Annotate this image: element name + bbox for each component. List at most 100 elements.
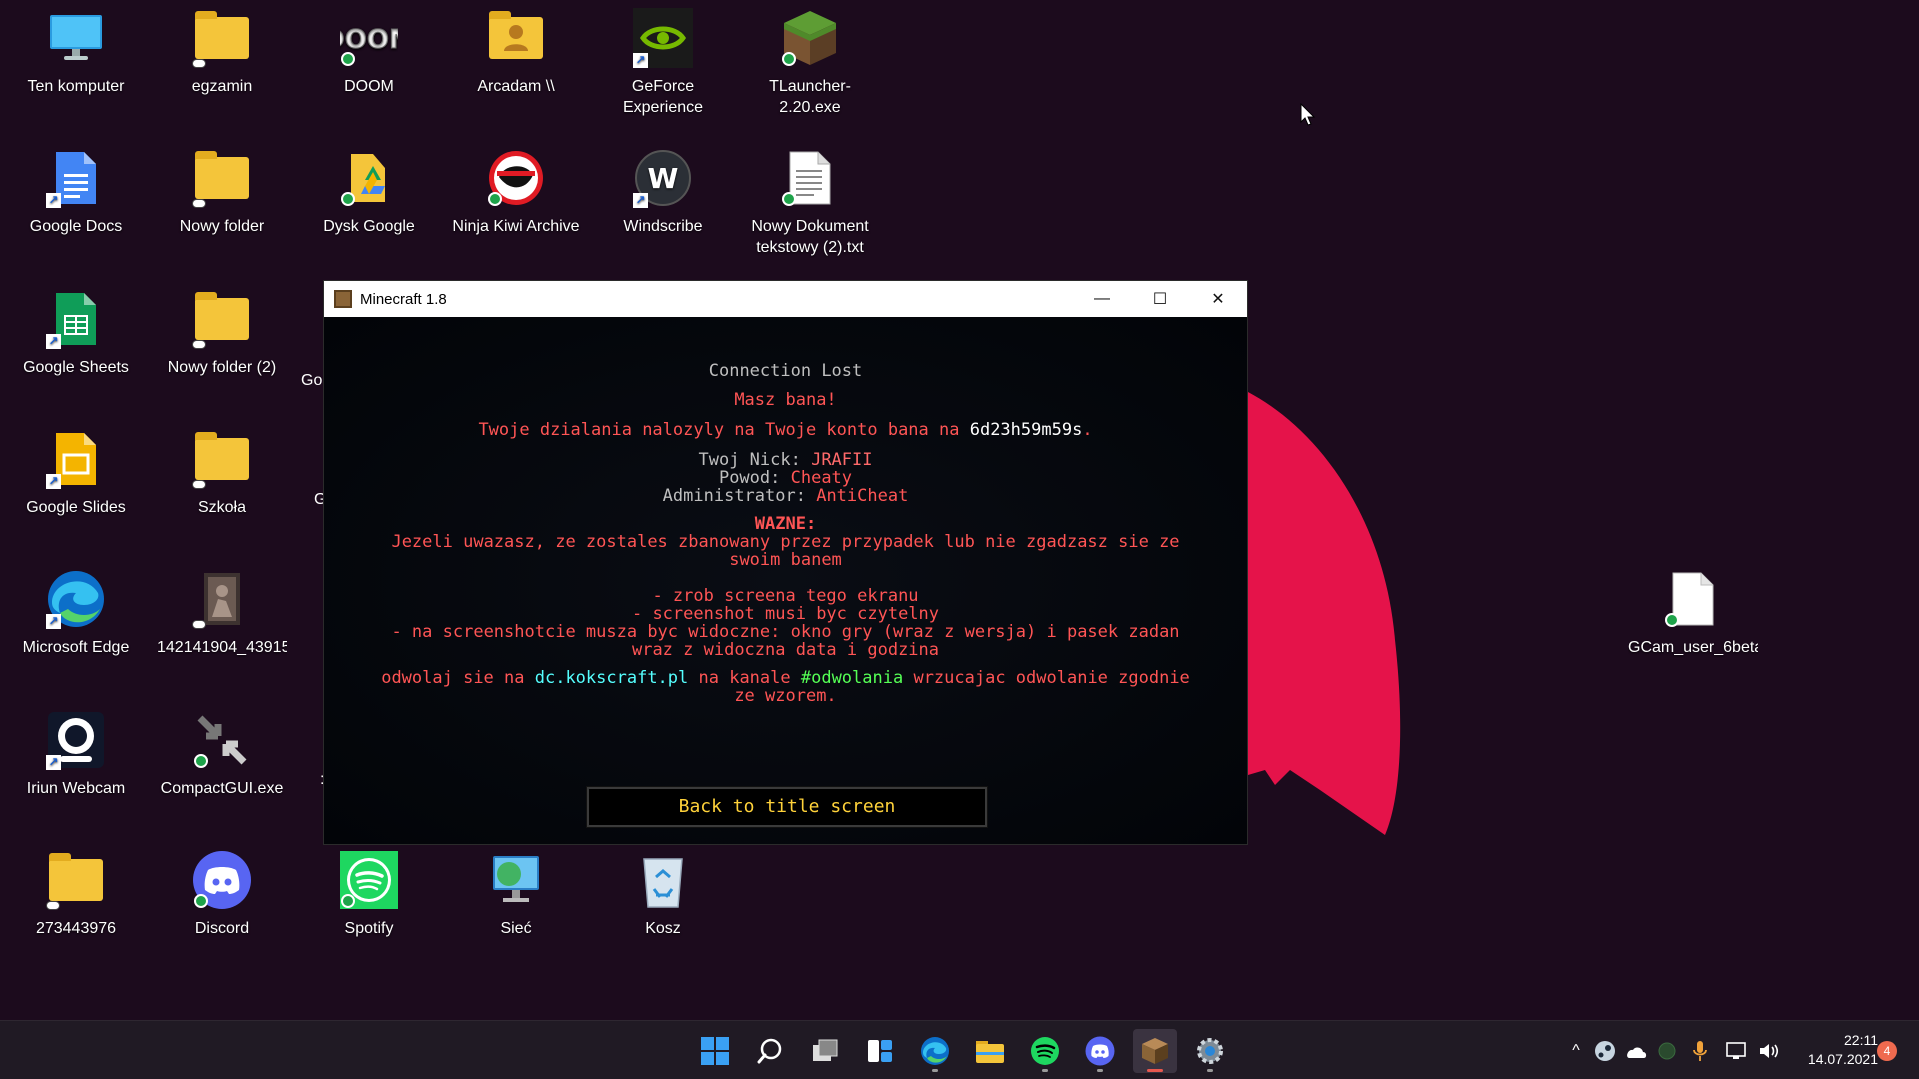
desktop-icon-nowy-dokument[interactable]: Nowy Dokument tekstowy (2).txt xyxy=(744,140,876,260)
icon-label: egzamin xyxy=(191,78,253,95)
desktop-icon-kosz[interactable]: Kosz xyxy=(597,842,729,962)
svg-text:DOOM: DOOM xyxy=(340,25,398,55)
desktop-icon-discord[interactable]: Discord xyxy=(156,842,288,962)
network-icon[interactable] xyxy=(1726,1041,1748,1061)
minecraft-app-icon xyxy=(334,290,352,308)
start-icon xyxy=(701,1037,729,1065)
running-indicator xyxy=(1097,1069,1103,1072)
start-button[interactable] xyxy=(693,1029,737,1073)
desktop-icon-geforce-experience[interactable]: ↗ GeForce Experience xyxy=(597,0,729,120)
synced-check-icon xyxy=(341,894,355,908)
search-button[interactable] xyxy=(748,1029,792,1073)
taskbar-clock[interactable]: 22:11 14.07.2021 xyxy=(1788,1031,1878,1069)
appeal-site: dc.kokscraft.pl xyxy=(534,668,689,688)
shortcut-arrow-icon: ↗ xyxy=(46,614,61,629)
reason-label: Powod: xyxy=(718,468,791,488)
desktop-icon-tlauncher[interactable]: TLauncher-2.20.exe xyxy=(744,0,876,120)
show-hidden-icons-button[interactable]: ^ xyxy=(1564,1042,1588,1060)
task-view-icon xyxy=(813,1039,838,1061)
desktop-icon-windscribe[interactable]: W ↗ Windscribe xyxy=(597,140,729,260)
icon-label: Spotify xyxy=(344,920,394,937)
desktop-icon-egzamin[interactable]: egzamin xyxy=(156,0,288,120)
folder-icon xyxy=(46,850,106,910)
important-heading: WAZNE: xyxy=(754,514,817,534)
active-indicator xyxy=(1147,1069,1163,1072)
desktop-icon-siec[interactable]: Sieć xyxy=(450,842,582,962)
taskbar-minecraft[interactable] xyxy=(1133,1029,1177,1073)
ban-message: Masz bana! xyxy=(734,390,837,410)
spotify-icon xyxy=(339,850,399,910)
desktop-icon-google-docs[interactable]: ↗ Google Docs xyxy=(10,140,142,260)
close-button[interactable]: ✕ xyxy=(1189,281,1247,317)
steam-icon[interactable] xyxy=(1594,1040,1616,1062)
window-title: Minecraft 1.8 xyxy=(360,290,447,308)
desktop-icon-google-sheets[interactable]: ↗ Google Sheets xyxy=(10,281,142,401)
shortcut-arrow-icon: ↗ xyxy=(633,53,648,68)
spotify-icon xyxy=(1031,1037,1059,1065)
desktop-icon-ninja-kiwi-archive[interactable]: Ninja Kiwi Archive xyxy=(450,140,582,260)
task-view-button[interactable] xyxy=(803,1029,847,1073)
cloud-status-icon xyxy=(192,480,206,489)
icon-label: Google Sheets xyxy=(23,359,129,376)
appeal-prefix: odwolaj sie na xyxy=(381,668,535,688)
desktop-icon-google-slides[interactable]: ↗ Google Slides xyxy=(10,421,142,541)
desktop-icon-273443976[interactable]: 273443976 xyxy=(10,842,142,962)
widgets-button[interactable] xyxy=(858,1029,902,1073)
notification-badge[interactable]: 4 xyxy=(1877,1041,1897,1061)
taskbar-file-explorer[interactable] xyxy=(968,1029,1012,1073)
desktop-icon-microsoft-edge[interactable]: ↗ Microsoft Edge xyxy=(10,561,142,681)
widgets-icon xyxy=(868,1040,892,1062)
desktop-icon-dysk-google[interactable]: Dysk Google xyxy=(303,140,435,260)
google-drive-icon xyxy=(339,148,399,208)
admin-value: AntiCheat xyxy=(816,486,909,506)
icon-label: GeForce Experience xyxy=(622,78,704,116)
back-to-title-button[interactable]: Back to title screen xyxy=(586,786,988,828)
minimize-button[interactable]: — xyxy=(1073,281,1131,317)
desktop-icon-iriun-webcam[interactable]: ↗ Iriun Webcam xyxy=(10,702,142,822)
desktop-icon-doom[interactable]: DOOM DOOM xyxy=(303,0,435,120)
ban-duration-line: Twoje dzialania nalozyly na Twoje konto … xyxy=(324,421,1247,439)
taskbar-discord[interactable] xyxy=(1078,1029,1122,1073)
taskbar-spotify[interactable] xyxy=(1023,1029,1067,1073)
important-line-1: Jezeli uwazasz, ze zostales zbanowany pr… xyxy=(391,532,1180,552)
instruction-step-2: - screenshot musi byc czytelny xyxy=(631,604,940,624)
webcam-icon: ↗ xyxy=(46,710,106,770)
desktop-icon-ten-komputer[interactable]: Ten komputer xyxy=(10,0,142,120)
instruction-step-3: - na screenshotcie musza byc widoczne: o… xyxy=(391,622,1180,642)
cloud-status-icon xyxy=(192,199,206,208)
edge-icon: ↗ xyxy=(46,569,106,629)
clock-time: 22:11 xyxy=(1844,1032,1878,1048)
taskbar: ^ 22:11 14.07.2021 xyxy=(0,1020,1919,1079)
minecraft-window[interactable]: Minecraft 1.8 — ☐ ✕ Connection Lost Masz… xyxy=(323,280,1248,845)
taskbar-settings[interactable] xyxy=(1188,1029,1232,1073)
clock-date: 14.07.2021 xyxy=(1807,1051,1878,1067)
ban-duration: 6d23h59m59s xyxy=(969,420,1083,440)
icon-label: 142141904_43915... xyxy=(157,639,287,656)
svg-text:W: W xyxy=(648,162,679,195)
synced-check-icon xyxy=(782,52,796,66)
app-tray-icon[interactable] xyxy=(1658,1042,1676,1060)
edge-icon xyxy=(921,1037,949,1065)
desktop-icon-nowy-folder-2[interactable]: Nowy folder (2) xyxy=(156,281,288,401)
desktop-icon-image-file[interactable]: 142141904_43915... xyxy=(156,561,288,681)
instruction-step-1: - zrob screena tego ekranu xyxy=(652,586,919,606)
microphone-icon[interactable] xyxy=(1692,1040,1708,1062)
desktop-icon-nowy-folder[interactable]: Nowy folder xyxy=(156,140,288,260)
icon-label: Windscribe xyxy=(623,218,703,235)
desktop-icon-compactgui[interactable]: CompactGUI.exe xyxy=(156,702,288,822)
desktop-icon-gcam[interactable]: GCam_user_6beta... xyxy=(1627,561,1759,681)
search-icon xyxy=(757,1038,782,1064)
compress-arrows-icon xyxy=(192,710,252,770)
admin-label: Administrator: xyxy=(662,486,817,506)
maximize-button[interactable]: ☐ xyxy=(1131,281,1189,317)
onedrive-icon[interactable] xyxy=(1624,1043,1648,1059)
running-indicator xyxy=(1207,1069,1213,1072)
window-titlebar[interactable]: Minecraft 1.8 — ☐ ✕ xyxy=(324,281,1247,317)
icon-label: DOOM xyxy=(344,78,394,95)
volume-icon[interactable] xyxy=(1758,1041,1780,1061)
taskbar-edge[interactable] xyxy=(913,1029,957,1073)
desktop-icon-spotify[interactable]: Spotify xyxy=(303,842,435,962)
appeal-line-2: ze wzorem. xyxy=(734,686,837,706)
desktop-icon-arcadam[interactable]: Arcadam \\ xyxy=(450,0,582,120)
desktop-icon-szkola[interactable]: Szkoła xyxy=(156,421,288,541)
